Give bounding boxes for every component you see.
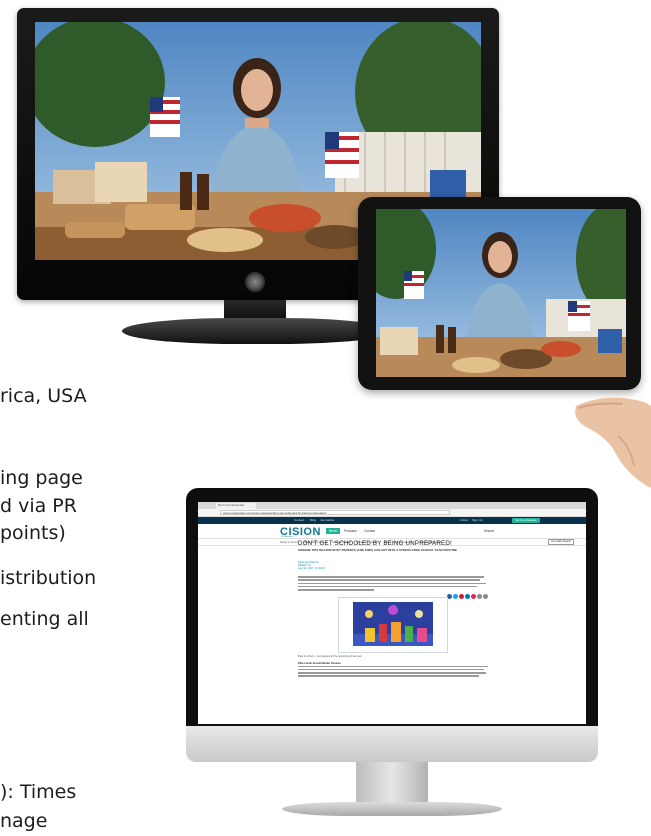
journalist-search-button[interactable]: Journalist Search xyxy=(547,539,574,545)
copy-line-1: rica, USA xyxy=(0,385,87,407)
monitor-chin xyxy=(186,726,598,762)
topbar-link[interactable]: Cision xyxy=(460,518,468,522)
tv-stand-base xyxy=(122,318,392,344)
monitor-screen: Don't Get Schooled www.prnewswire.com/ne… xyxy=(198,502,586,724)
browser-address-bar: www.prnewswire.com/news-releases/dont-ge… xyxy=(198,509,586,517)
topbar-link[interactable]: Blog xyxy=(310,518,316,522)
article-subtitle: GREENE TIPS ON HOW BUSY PARENTS (AND KID… xyxy=(298,548,458,552)
topbar-link[interactable]: Contact xyxy=(294,518,304,522)
subnav-item[interactable]: News in Focus xyxy=(280,540,298,544)
monitor-bezel: Don't Get Schooled www.prnewswire.com/ne… xyxy=(186,488,598,726)
site-topbar: Contact Blog Journalists Cision Sign Up … xyxy=(198,517,586,524)
copy-line-7: ): Times xyxy=(0,781,77,803)
bullet-heading: Plan Lunch Around Better Choices xyxy=(298,661,341,665)
browser-tab-strip: Don't Get Schooled xyxy=(198,502,586,509)
site-header: CISION PR Newswire News Products Contact… xyxy=(198,524,586,538)
monitor-foot xyxy=(282,802,502,816)
back-to-school-image xyxy=(339,597,447,652)
tablet xyxy=(358,197,641,390)
tablet-screen-video xyxy=(376,209,626,377)
press-release-article: DON'T GET SCHOOLED BY BEING UNPREPARED! … xyxy=(298,540,488,678)
search-label[interactable]: Search xyxy=(484,529,494,533)
copy-line-8: nage xyxy=(0,810,48,832)
article-image[interactable] xyxy=(338,596,448,653)
copy-line-3: d via PR xyxy=(0,495,77,517)
linkedin-icon[interactable] xyxy=(465,594,470,599)
hand-holding-tablet xyxy=(575,397,651,488)
copy-line-4: points) xyxy=(0,522,66,544)
copy-line-5: istribution xyxy=(0,567,97,589)
send-release-button[interactable]: Send a Release xyxy=(512,518,540,523)
meta-date: Aug 14, 2017, 11:00 ET xyxy=(298,567,326,570)
image-caption: Back to school — be prepared for the upc… xyxy=(298,654,362,658)
topbar-link[interactable]: Sign Up xyxy=(472,518,483,522)
monitor-stand xyxy=(356,762,428,806)
nav-contact[interactable]: Contact xyxy=(364,529,375,533)
copy-line-6: enting all xyxy=(0,608,89,630)
nav-products[interactable]: Products xyxy=(344,529,357,533)
article-title: DON'T GET SCHOOLED BY BEING UNPREPARED! xyxy=(298,540,452,547)
nav-news[interactable]: News xyxy=(326,528,340,534)
topbar-link[interactable]: Journalists xyxy=(320,518,334,522)
desktop-monitor: Don't Get Schooled www.prnewswire.com/ne… xyxy=(186,488,598,830)
pinterest-icon[interactable] xyxy=(459,594,464,599)
more-icon[interactable] xyxy=(483,594,488,599)
tv-power-button[interactable] xyxy=(245,272,265,292)
article-bullet: Plan Lunch Around Better Choices xyxy=(298,662,488,677)
article-meta: News provided by Retailer Co. Aug 14, 20… xyxy=(298,561,488,571)
twitter-icon[interactable] xyxy=(453,594,458,599)
print-icon[interactable] xyxy=(477,594,482,599)
url-field[interactable]: www.prnewswire.com/news-releases/dont-ge… xyxy=(220,510,450,515)
copy-line-2: ing page xyxy=(0,467,83,489)
email-icon[interactable] xyxy=(471,594,476,599)
tablet-segment-image xyxy=(376,209,626,377)
share-buttons xyxy=(446,586,488,604)
